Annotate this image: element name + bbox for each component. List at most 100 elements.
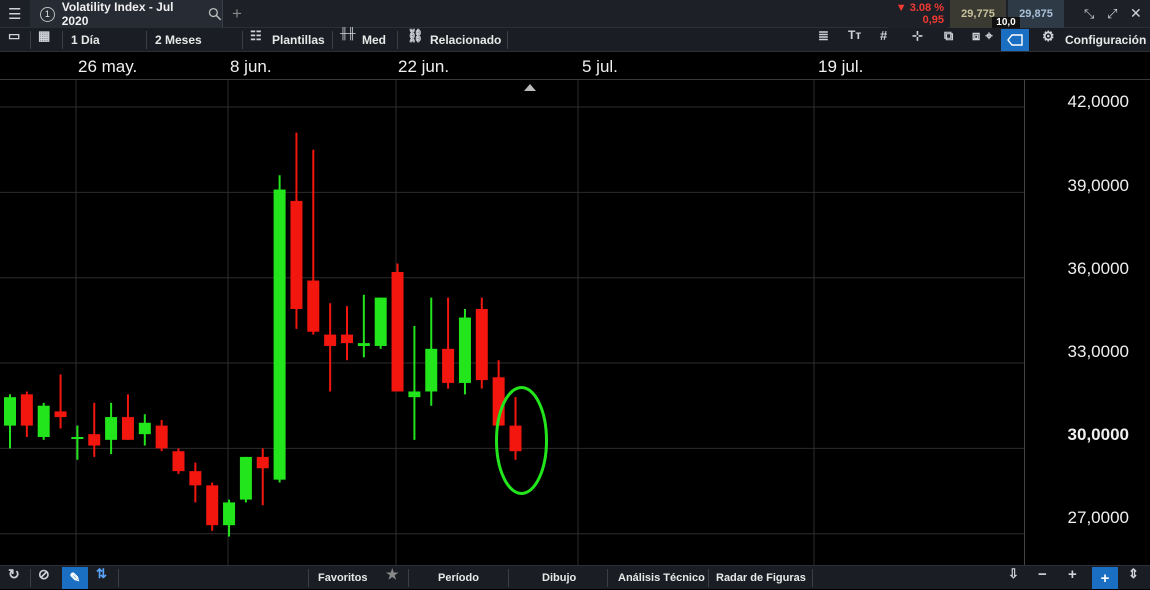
chart-tab[interactable]: 1 Volatility Index - Jul 2020	[30, 0, 223, 28]
favorites-tab[interactable]: Favoritos	[318, 566, 368, 590]
pointer-cross-icon[interactable]: ⌖	[980, 28, 998, 52]
templates-button[interactable]: Plantillas	[272, 28, 325, 52]
candle-body	[71, 436, 84, 439]
candle-body	[256, 456, 269, 469]
search-icon[interactable]	[208, 7, 222, 21]
candle-body	[341, 334, 353, 344]
templates-icon[interactable]: ☷	[250, 28, 262, 52]
related-button[interactable]: Relacionado	[430, 28, 501, 52]
change-absolute: 0,95	[922, 14, 944, 26]
tag-icon	[1007, 34, 1023, 46]
crosshair-button[interactable]: +	[1092, 567, 1118, 589]
price-axis-label: 42,0000	[1067, 92, 1129, 111]
tab-index-badge: 1	[40, 6, 55, 22]
time-axis: 26 may. 8 jun. 22 jun. 5 jul. 19 jul.	[0, 52, 1150, 80]
candle-body	[442, 348, 455, 383]
change-percent: ▼ 3.08 %	[895, 2, 944, 14]
settings-button[interactable]: Configuración	[1065, 28, 1146, 52]
disable-icon[interactable]: ⊘	[38, 566, 50, 590]
cursor-tool-icon[interactable]: ⇅	[96, 566, 107, 590]
spread-badge: 10,0	[992, 17, 1020, 28]
candle-body	[206, 485, 219, 526]
panel-icon[interactable]: ▭	[8, 28, 20, 52]
time-axis-label: 26 may.	[78, 57, 138, 76]
pencil-icon: ✎	[69, 570, 81, 585]
star-icon[interactable]: ★	[386, 566, 399, 590]
candle-body	[408, 391, 421, 398]
price-axis[interactable]: 42,0000 39,0000 36,0000 33,0000 30,0000 …	[1024, 80, 1150, 565]
price-axis-label: 27,0000	[1067, 508, 1129, 527]
candle-body	[239, 456, 252, 500]
related-icon[interactable]: ⛓	[407, 28, 424, 52]
candle-body	[138, 422, 151, 435]
grid-icon[interactable]: #	[880, 28, 887, 52]
tab-title: Volatility Index - Jul 2020	[61, 0, 174, 28]
buy-price: 29,875	[1019, 8, 1053, 20]
hamburger-menu-icon[interactable]: ☰	[8, 5, 21, 23]
text-size-icon[interactable]: Tᴛ	[848, 28, 861, 52]
candle-body	[391, 272, 404, 392]
crosshair-grid-icon[interactable]: ⊹	[912, 28, 923, 52]
candle-body	[509, 425, 522, 452]
candle-body	[172, 451, 185, 472]
snapshot-icon[interactable]: ⧉	[944, 28, 953, 52]
candle-body	[475, 308, 488, 381]
technical-analysis-tab[interactable]: Análisis Técnico	[618, 566, 705, 590]
candle-body	[155, 425, 168, 449]
sell-price: 29,775	[961, 8, 995, 20]
vertical-scale-icon[interactable]: ⇕	[1128, 566, 1139, 590]
current-price-label: 30,0000	[1067, 425, 1129, 444]
expand-icon[interactable]: ⤢	[1107, 6, 1117, 22]
gear-icon[interactable]: ⚙	[1042, 28, 1055, 52]
time-axis-label: 8 jun.	[230, 57, 272, 76]
crosshair-icon: +	[1100, 569, 1110, 587]
candle-body	[273, 189, 286, 480]
candle-body	[223, 502, 236, 526]
candle-body	[88, 434, 101, 446]
time-axis-label: 19 jul.	[818, 57, 864, 76]
zoom-in-icon[interactable]: +	[1068, 566, 1077, 590]
range-selector[interactable]: 2 Meses	[155, 28, 202, 52]
scroll-handle-icon	[524, 84, 536, 91]
interval-selector[interactable]: 1 Día	[71, 28, 100, 52]
tag-button[interactable]	[1001, 29, 1029, 51]
candle-body	[307, 280, 320, 332]
layout-grid-icon[interactable]: ▦	[38, 28, 50, 52]
price-axis-label: 33,0000	[1067, 342, 1129, 361]
chart-area[interactable]: 42,0000 39,0000 36,0000 33,0000 30,0000 …	[0, 80, 1150, 565]
candle-body	[357, 343, 370, 346]
bottom-toolbar: ↻ ⊘ ✎ ⇅ Favoritos ★ Período Dibujo Análi…	[0, 565, 1150, 589]
candlestick-chart[interactable]	[0, 80, 1150, 565]
candle-body	[4, 397, 16, 426]
time-axis-label: 22 jun.	[398, 57, 450, 76]
med-button[interactable]: Med	[362, 28, 386, 52]
shrink-icon[interactable]: ⤡	[1084, 6, 1094, 22]
tab-bar: ☰ 1 Volatility Index - Jul 2020 + ▼ 3.08…	[0, 0, 1150, 28]
refresh-icon[interactable]: ↻	[8, 566, 20, 590]
indicators-list-icon[interactable]: ≣	[818, 28, 829, 52]
candle-body	[54, 411, 67, 418]
candle-body	[425, 348, 438, 392]
period-tab[interactable]: Período	[438, 566, 479, 590]
add-tab-icon[interactable]: +	[232, 4, 242, 24]
auto-scale-icon[interactable]: ⇩	[1008, 566, 1019, 590]
candle-body	[37, 405, 50, 437]
candle-body	[189, 471, 202, 486]
zoom-out-icon[interactable]: −	[1038, 566, 1047, 590]
candle-type-icon[interactable]: ╫╫	[340, 28, 356, 52]
drawing-tab[interactable]: Dibujo	[542, 566, 576, 590]
pencil-button[interactable]: ✎	[62, 567, 88, 589]
close-icon[interactable]: ✕	[1130, 5, 1142, 22]
time-axis-label: 5 jul.	[582, 57, 618, 76]
candle-body	[105, 417, 118, 440]
price-axis-label: 39,0000	[1067, 176, 1129, 195]
spread-value: 10,0	[996, 17, 1016, 28]
candle-body	[290, 200, 303, 309]
candle-body	[374, 297, 387, 346]
candle-body	[324, 334, 337, 346]
candle-body	[121, 417, 134, 440]
candle-body	[458, 317, 471, 383]
price-axis-label: 36,0000	[1067, 259, 1129, 278]
change-box: ▼ 3.08 % 0,95	[888, 0, 948, 28]
pattern-radar-tab[interactable]: Radar de Figuras	[716, 566, 806, 590]
